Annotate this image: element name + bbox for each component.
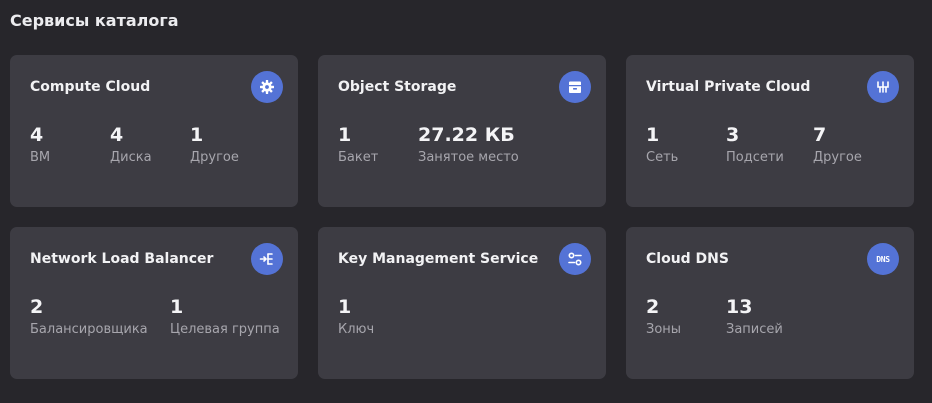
network-icon[interactable] (867, 71, 899, 103)
stat-label: Подсети (726, 150, 784, 165)
page-title: Сервисы каталога (10, 11, 179, 30)
stat-value: 27.22 КБ (418, 124, 515, 146)
card-network-load-balancer[interactable]: Network Load Balancer 2 Балансировщика 1… (10, 227, 298, 379)
stat-value: 1 (338, 296, 352, 318)
stat-value: 4 (110, 124, 124, 146)
stat-networks: 1 Сеть (646, 123, 678, 165)
stat-balancers: 2 Балансировщика (30, 295, 148, 337)
stat-value: 2 (30, 296, 44, 318)
stat-buckets: 1 Бакет (338, 123, 378, 165)
stat-other: 7 Другое (813, 123, 862, 165)
stat-label: Целевая группа (170, 322, 280, 337)
stat-label: Бакет (338, 150, 379, 165)
card-key-management-service[interactable]: Key Management Service 1 Ключ (318, 227, 606, 379)
stat-subnets: 3 Подсети (726, 123, 784, 165)
stat-label: ВМ (30, 150, 51, 165)
card-title: Object Storage (338, 79, 457, 95)
stat-used-space: 27.22 КБ Занятое место (418, 123, 519, 165)
stat-records: 13 Записей (726, 295, 783, 337)
stat-label: Диска (110, 150, 152, 165)
stat-label: Балансировщика (30, 322, 148, 337)
card-compute-cloud[interactable]: Compute Cloud 4 ВМ 4 Диска 1 Другое (10, 55, 298, 207)
load-balancer-icon[interactable] (251, 243, 283, 275)
stat-value: 2 (646, 296, 660, 318)
stat-keys: 1 Ключ (338, 295, 374, 337)
dns-icon-label: DNS (876, 254, 890, 264)
card-virtual-private-cloud[interactable]: Virtual Private Cloud 1 Сеть 3 Подсети 7… (626, 55, 914, 207)
stat-label: Ключ (338, 322, 375, 337)
stat-label: Зоны (646, 322, 682, 337)
stat-zones: 2 Зоны (646, 295, 681, 337)
card-title: Cloud DNS (646, 251, 729, 267)
gear-icon[interactable] (251, 71, 283, 103)
stat-value: 7 (813, 124, 827, 146)
stat-label: Другое (813, 150, 862, 165)
stat-label: Записей (726, 322, 783, 337)
stat-disks: 4 Диска (110, 123, 152, 165)
card-object-storage[interactable]: Object Storage 1 Бакет 27.22 КБ Занятое … (318, 55, 606, 207)
stat-label: Сеть (646, 150, 679, 165)
stat-value: 1 (338, 124, 352, 146)
card-title: Network Load Balancer (30, 251, 214, 267)
stat-value: 1 (190, 124, 204, 146)
stat-value: 1 (646, 124, 660, 146)
stat-value: 3 (726, 124, 740, 146)
services-grid: Compute Cloud 4 ВМ 4 Диска 1 Другое Obje… (10, 55, 914, 379)
stat-value: 13 (726, 296, 753, 318)
card-cloud-dns[interactable]: Cloud DNS DNS 2 Зоны 13 Записей (626, 227, 914, 379)
stat-label: Занятое место (418, 150, 519, 165)
card-title: Key Management Service (338, 251, 539, 267)
card-title: Virtual Private Cloud (646, 79, 811, 95)
stat-value: 4 (30, 124, 44, 146)
stat-label: Другое (190, 150, 239, 165)
key-icon[interactable] (559, 243, 591, 275)
stat-vm: 4 ВМ (30, 123, 50, 165)
card-title: Compute Cloud (30, 79, 151, 95)
stat-other: 1 Другое (190, 123, 239, 165)
stat-target-groups: 1 Целевая группа (170, 295, 280, 337)
stat-value: 1 (170, 296, 184, 318)
dns-icon[interactable]: DNS (867, 243, 899, 275)
storage-icon[interactable] (559, 71, 591, 103)
